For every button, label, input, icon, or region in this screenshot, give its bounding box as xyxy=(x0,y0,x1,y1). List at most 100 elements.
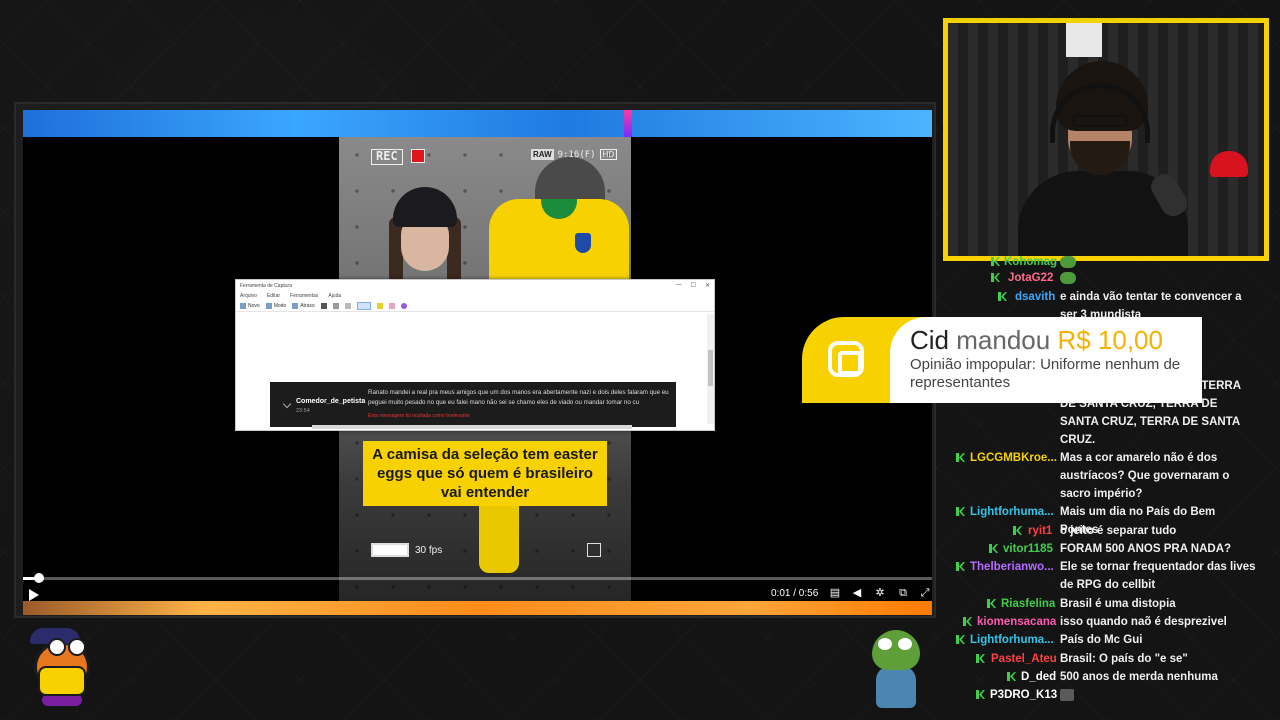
mascot-character xyxy=(22,622,102,708)
frog-emote-icon xyxy=(1060,255,1076,268)
chat-username[interactable]: dsavith xyxy=(1015,288,1055,306)
chat-username[interactable]: Riasfelina xyxy=(1001,595,1055,613)
volume-icon[interactable]: ◀ xyxy=(851,587,863,599)
ring-light xyxy=(1066,23,1102,57)
comment-date: 23:54 xyxy=(296,408,310,414)
pepe-head xyxy=(872,630,920,670)
settings-icon[interactable]: ✲ xyxy=(874,587,886,599)
chat-text: isso quando naõ é desprezivel xyxy=(1060,616,1227,628)
scroll-thumb[interactable] xyxy=(708,350,713,386)
progress-knob[interactable] xyxy=(34,573,45,583)
sub-badge-icon xyxy=(956,507,965,516)
copy-button[interactable] xyxy=(332,302,339,309)
miniplayer-icon[interactable]: ⧉ xyxy=(897,587,909,599)
streamer-webcam xyxy=(943,18,1269,261)
chat-username[interactable]: D_ded xyxy=(1021,668,1056,686)
new-button[interactable]: Novo xyxy=(240,302,260,309)
chat-username[interactable]: LGCGMBKroe... xyxy=(970,449,1057,467)
rec-badge: REC xyxy=(371,149,403,165)
chat-username[interactable]: kiomensacana xyxy=(977,613,1056,631)
pen-icon xyxy=(356,301,371,310)
send-button[interactable] xyxy=(344,302,351,309)
sub-badge-icon xyxy=(976,690,985,699)
menu-editar[interactable]: Editar xyxy=(267,293,280,299)
mode-button[interactable]: Modo xyxy=(265,302,287,309)
chat-username[interactable]: ryit1 xyxy=(1028,522,1052,540)
reply-arrow-icon xyxy=(282,399,292,409)
close-icon[interactable]: ✕ xyxy=(705,282,710,289)
menu-arquivo[interactable]: Arquivo xyxy=(240,293,257,299)
paint3d-icon xyxy=(400,302,407,309)
snip-titlebar[interactable]: Ferramenta de Captura — ☐ ✕ xyxy=(236,280,714,291)
chat-username[interactable]: Lightforhuma... xyxy=(970,631,1054,649)
alert-title: Cid mandou R$ 10,00 xyxy=(910,325,1163,356)
sub-badge-icon xyxy=(956,562,965,571)
pepe-body xyxy=(876,666,916,708)
chat-username[interactable]: Lightforhuma... xyxy=(970,503,1054,521)
donation-amount: R$ 10,00 xyxy=(1057,325,1163,355)
new-label: Novo xyxy=(248,302,260,309)
livepix-logo-icon xyxy=(828,341,864,377)
sub-badge-icon xyxy=(998,292,1007,301)
sub-badge-icon xyxy=(991,257,1000,266)
video-topbar-strip xyxy=(23,110,932,137)
highlighter-button[interactable] xyxy=(376,302,383,309)
sub-badge-icon xyxy=(956,453,965,462)
chat-username[interactable]: Thelberianwo... xyxy=(970,558,1054,576)
chat-text: Brasil: O país do "e se" xyxy=(1060,653,1188,665)
mascot-eye xyxy=(68,638,86,656)
minimize-icon[interactable]: — xyxy=(676,282,682,289)
glitch-accent xyxy=(624,110,632,137)
play-icon[interactable] xyxy=(29,589,39,601)
fps-label: 30 fps xyxy=(415,545,443,556)
video-bottom-strip xyxy=(23,601,932,615)
fullscreen-icon[interactable]: ⤢ xyxy=(919,587,931,599)
eraser-icon xyxy=(388,302,395,309)
chat-text: Ele se tornar frequentador das lives de … xyxy=(1060,561,1256,591)
chat-text: 500 anos de merda nenhuma xyxy=(1060,671,1218,683)
send-icon xyxy=(344,302,351,309)
sub-badge-icon xyxy=(956,635,965,644)
delay-button[interactable]: Atraso xyxy=(292,302,315,309)
cbf-crest-icon xyxy=(575,233,591,253)
window-controls: — ☐ ✕ xyxy=(676,282,710,289)
mascot-shirt xyxy=(38,666,86,696)
chat-username[interactable]: Pastel_Ateu xyxy=(991,650,1057,668)
chat-username[interactable]: JotaG22 xyxy=(1008,269,1053,287)
subtitles-icon[interactable]: ▤ xyxy=(829,587,841,599)
menu-ferramentas[interactable]: Ferramentas xyxy=(290,293,318,299)
hd-label: HD xyxy=(599,149,618,160)
pepe-eye xyxy=(878,638,892,650)
beanie xyxy=(393,187,457,227)
delay-label: Atraso xyxy=(300,302,315,309)
save-icon xyxy=(320,302,327,309)
paint-button[interactable] xyxy=(400,302,407,309)
captured-comment: Comedor_de_petista 23:54 Ranato mandei a… xyxy=(270,382,676,427)
comment-hidden-note: Esta mensagem foi ocultada como Irreleva… xyxy=(368,413,470,419)
mode-label: Modo xyxy=(273,302,287,309)
chat-text: o jeito é separar tudo xyxy=(1060,525,1177,537)
vertical-scrollbar[interactable] xyxy=(707,314,714,424)
horizontal-scrollbar[interactable] xyxy=(312,425,632,429)
save-button[interactable] xyxy=(320,302,327,309)
menu-ajuda[interactable]: Ajuda xyxy=(328,293,341,299)
time-display: 0:01 / 0:56 xyxy=(771,588,819,599)
alert-card: Cid mandou R$ 10,00 Opinião impopular: U… xyxy=(890,317,1202,403)
snipping-tool-window[interactable]: Ferramenta de Captura — ☐ ✕ Arquivo Edit… xyxy=(235,279,715,431)
frog-emote-icon xyxy=(1060,271,1076,284)
maximize-icon[interactable]: ☐ xyxy=(691,282,696,289)
chat-username[interactable]: vitor1185 xyxy=(1003,540,1053,558)
eraser-button[interactable] xyxy=(388,302,395,309)
progress-bar[interactable] xyxy=(23,573,932,583)
pen-button[interactable] xyxy=(356,301,371,310)
copy-icon xyxy=(332,302,339,309)
chat-text xyxy=(1060,686,1256,704)
record-dot-icon xyxy=(411,149,425,163)
chat-text xyxy=(1060,269,1256,287)
snip-toolbar: Novo Modo Atraso xyxy=(236,300,714,312)
chat-username[interactable]: P3DRO_K13 xyxy=(990,686,1057,704)
sub-badge-icon xyxy=(989,544,998,553)
red-cap xyxy=(1210,151,1248,177)
chat-text: Mas a cor amarelo não é dos austríacos? … xyxy=(1060,452,1230,500)
donation-message: Opinião impopular: Uniforme nenhum de re… xyxy=(910,356,1181,391)
